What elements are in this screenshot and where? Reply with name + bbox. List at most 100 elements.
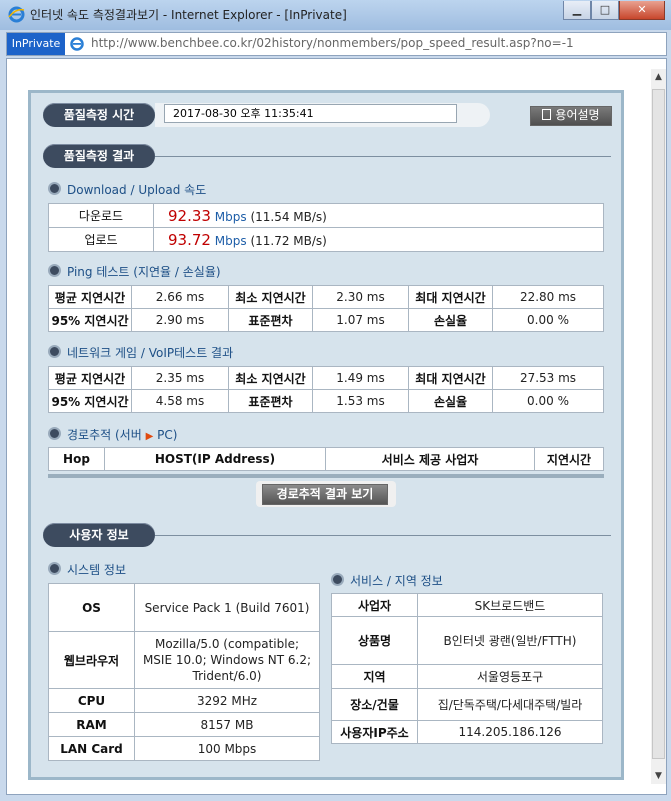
game-value: 0.00 %: [492, 389, 604, 413]
system-label: RAM: [48, 712, 135, 737]
window-controls: ▁ □ ✕: [563, 1, 665, 21]
table-row: 다운로드 92.33 Mbps (11.54 MB/s): [48, 203, 604, 228]
bullet-icon: [48, 182, 61, 195]
speed-section-title: Download / Upload 속도: [48, 181, 206, 198]
system-value: 8157 MB: [134, 712, 320, 737]
ping-value: 2.90 ms: [131, 308, 229, 332]
measure-time-label: 품질측정 시간: [43, 103, 155, 127]
system-label: LAN Card: [48, 736, 135, 761]
service-label: 상품명: [331, 616, 418, 665]
bullet-icon: [48, 562, 61, 575]
service-label: 사업자: [331, 593, 418, 617]
ping-value: 0.00 %: [492, 308, 604, 332]
close-icon[interactable]: ✕: [619, 1, 665, 20]
table-row: 업로드 93.72 Mbps (11.72 MB/s): [48, 227, 604, 252]
speed-value-cell: 92.33 Mbps (11.54 MB/s): [153, 203, 604, 228]
ping-section-title: Ping 테스트 (지연율 / 손실율): [48, 263, 221, 280]
game-value: 1.49 ms: [312, 366, 409, 390]
trace-table: Hop HOST(IP Address) 서비스 제공 사업자 지연시간: [48, 447, 604, 471]
trace-header: HOST(IP Address): [104, 447, 326, 471]
scroll-up-icon[interactable]: ▲: [651, 69, 666, 85]
ping-label: 평균 지연시간: [48, 285, 132, 309]
system-title-text: 시스템 정보: [67, 563, 127, 577]
service-title-text: 서비스 / 지역 정보: [350, 574, 443, 588]
game-table: 평균 지연시간 2.35 ms 최소 지연시간 1.49 ms 최대 지연시간 …: [48, 366, 604, 413]
table-row: 95% 지연시간 2.90 ms 표준편차 1.07 ms 손실율 0.00 %: [48, 308, 604, 332]
download-unit: Mbps: [214, 209, 247, 224]
trace-header: Hop: [48, 447, 105, 471]
service-value: 서울영등포구: [417, 664, 603, 689]
speed-label: 업로드: [48, 227, 154, 252]
trace-divider: [48, 474, 604, 478]
upload-unit: Mbps: [214, 233, 247, 248]
table-row: 95% 지연시간 4.58 ms 표준편차 1.53 ms 손실율 0.00 %: [48, 389, 604, 413]
bullet-icon: [48, 264, 61, 277]
system-table: OS Service Pack 1 (Build 7601) 웹브라우저 Moz…: [48, 583, 320, 761]
service-label: 사용자IP주소: [331, 720, 418, 744]
table-row: 웹브라우저 Mozilla/5.0 (compatible; MSIE 10.0…: [48, 631, 320, 689]
user-info-label: 사용자 정보: [43, 523, 155, 547]
scroll-down-icon[interactable]: ▼: [651, 768, 666, 784]
download-value: 92.33: [168, 206, 211, 225]
upload-mb: (11.72 MB/s): [250, 233, 327, 248]
ping-label: 표준편차: [228, 308, 313, 332]
maximize-icon[interactable]: □: [591, 1, 619, 20]
result-label: 품질측정 결과: [43, 144, 155, 168]
system-label: CPU: [48, 688, 135, 713]
scroll-thumb[interactable]: [652, 89, 665, 759]
arrow-right-icon: ▶: [145, 431, 154, 442]
download-mb: (11.54 MB/s): [250, 209, 327, 224]
url-text[interactable]: http://www.benchbee.co.kr/02history/nonm…: [91, 36, 574, 50]
ping-label: 최대 지연시간: [408, 285, 493, 309]
game-title-text: 네트워크 게임 / VoIP테스트 결과: [67, 346, 234, 360]
service-value: 집/단독주택/다세대주택/빌라: [417, 688, 603, 721]
system-label: OS: [48, 583, 135, 632]
minimize-icon[interactable]: ▁: [563, 1, 591, 20]
ping-value: 22.80 ms: [492, 285, 604, 309]
table-row: LAN Card 100 Mbps: [48, 736, 320, 761]
window-titlebar: 인터넷 속도 측정결과보기 - Internet Explorer - [InP…: [0, 0, 671, 30]
table-row: 장소/건물 집/단독주택/다세대주택/빌라: [331, 688, 603, 721]
game-label: 표준편차: [228, 389, 313, 413]
ie-icon: [8, 6, 25, 23]
vertical-scrollbar[interactable]: ▲ ▼: [651, 69, 666, 784]
game-value: 4.58 ms: [131, 389, 229, 413]
ping-value: 2.30 ms: [312, 285, 409, 309]
ping-label: 손실율: [408, 308, 493, 332]
result-divider: [155, 156, 611, 157]
speed-value-cell: 93.72 Mbps (11.72 MB/s): [153, 227, 604, 252]
trace-header: 서비스 제공 사업자: [325, 447, 535, 471]
system-label: 웹브라우저: [48, 631, 135, 689]
table-row: 사용자IP주소 114.205.186.126: [331, 720, 603, 744]
ping-table: 평균 지연시간 2.66 ms 최소 지연시간 2.30 ms 최대 지연시간 …: [48, 285, 604, 332]
game-label: 최대 지연시간: [408, 366, 493, 390]
bullet-icon: [48, 345, 61, 358]
address-bar[interactable]: InPrivate http://www.benchbee.co.kr/02hi…: [6, 32, 667, 56]
table-row: 평균 지연시간 2.66 ms 최소 지연시간 2.30 ms 최대 지연시간 …: [48, 285, 604, 309]
ping-label: 95% 지연시간: [48, 308, 132, 332]
service-label: 장소/건물: [331, 688, 418, 721]
table-row: CPU 3292 MHz: [48, 688, 320, 713]
service-value: B인터넷 광랜(일반/FTTH): [417, 616, 603, 665]
trace-header: 지연시간: [534, 447, 604, 471]
speed-label: 다운로드: [48, 203, 154, 228]
ping-value: 2.66 ms: [131, 285, 229, 309]
inprivate-badge: InPrivate: [7, 33, 65, 55]
trace-result-button[interactable]: 경로추적 결과 보기: [262, 484, 388, 505]
table-row: RAM 8157 MB: [48, 712, 320, 737]
table-row: 평균 지연시간 2.35 ms 최소 지연시간 1.49 ms 최대 지연시간 …: [48, 366, 604, 390]
speed-table: 다운로드 92.33 Mbps (11.54 MB/s) 업로드 93.72 M…: [48, 203, 604, 252]
trace-section-title: 경로추적 (서버 ▶ PC): [48, 426, 177, 443]
glossary-button[interactable]: 용어설명: [530, 106, 612, 126]
service-value: SK브로드밴드: [417, 593, 603, 617]
service-section-title: 서비스 / 지역 정보: [331, 572, 443, 589]
glossary-label: 용어설명: [555, 108, 600, 122]
service-value: 114.205.186.126: [417, 720, 603, 744]
trace-title-prefix: 경로추적 (서버: [67, 428, 142, 442]
system-section-title: 시스템 정보: [48, 561, 126, 578]
table-row: 상품명 B인터넷 광랜(일반/FTTH): [331, 616, 603, 665]
service-table: 사업자 SK브로드밴드 상품명 B인터넷 광랜(일반/FTTH) 지역 서울영등…: [331, 593, 603, 744]
game-value: 2.35 ms: [131, 366, 229, 390]
table-row: Hop HOST(IP Address) 서비스 제공 사업자 지연시간: [48, 447, 604, 471]
game-value: 1.53 ms: [312, 389, 409, 413]
